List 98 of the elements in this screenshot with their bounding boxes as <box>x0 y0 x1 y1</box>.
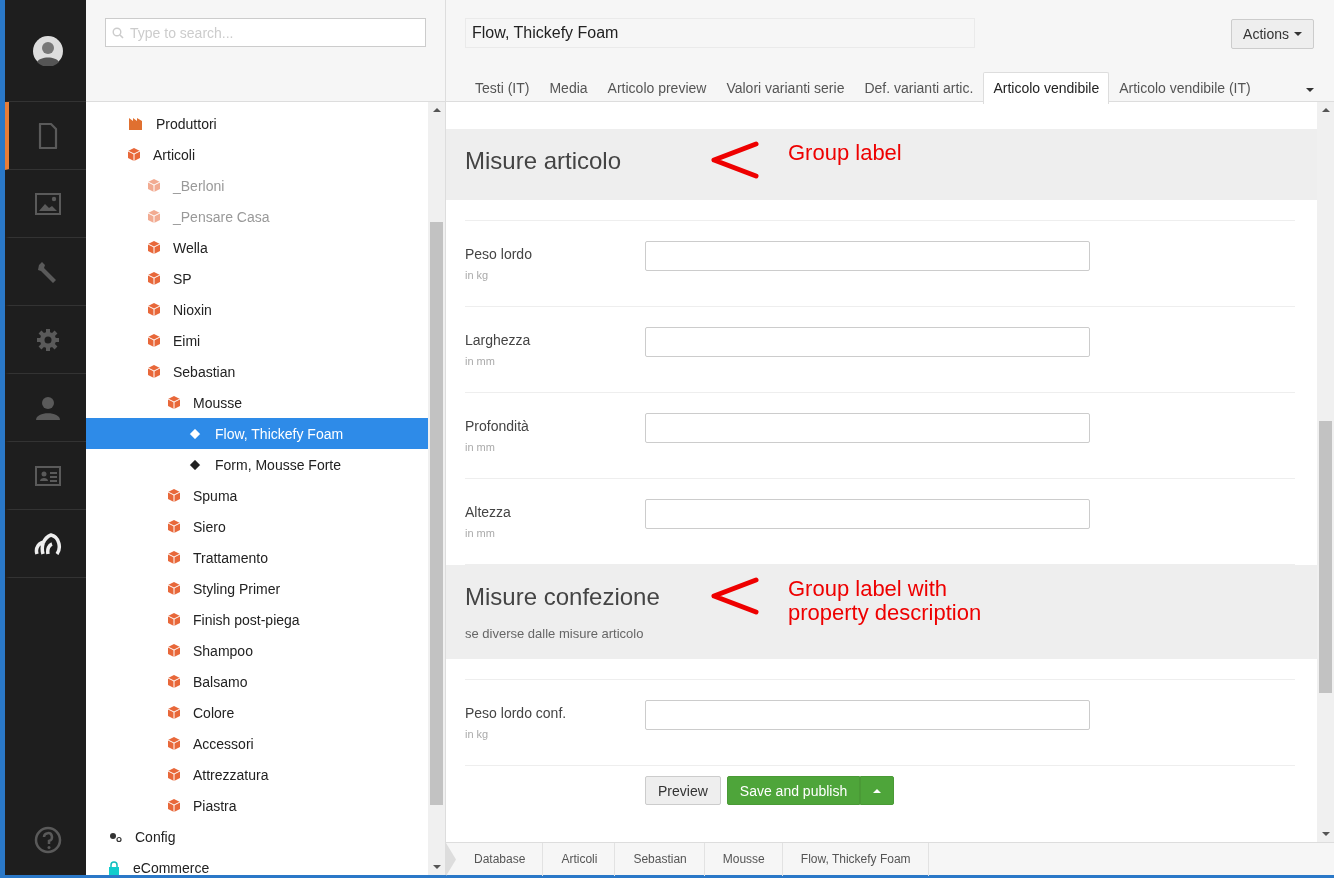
tree-item[interactable]: SP <box>86 263 428 294</box>
scrollbar[interactable] <box>1317 102 1334 842</box>
field-hint: in mm <box>465 355 496 367</box>
preview-button[interactable]: Preview <box>645 776 721 805</box>
box-icon <box>168 520 180 533</box>
box-icon <box>168 551 180 564</box>
tree-item[interactable]: Eimi <box>86 325 428 356</box>
box-icon <box>148 365 160 378</box>
box-icon <box>148 272 160 285</box>
field-label: Peso lordo conf. <box>465 705 568 721</box>
tree-item[interactable]: Mousse <box>86 387 428 418</box>
field-hint: in mm <box>465 441 496 453</box>
breadcrumb-item[interactable]: Articoli <box>543 842 616 876</box>
box-icon <box>168 768 180 781</box>
gears-icon <box>108 830 122 843</box>
tab[interactable]: Testi (IT) <box>465 72 540 104</box>
box-icon <box>168 737 180 750</box>
field-hint: in kg <box>465 728 490 740</box>
box-icon <box>148 241 160 254</box>
group-title: Misure confezione <box>465 583 661 611</box>
tree-item[interactable]: Sebastian <box>86 356 428 387</box>
annotation-text: Group label with property description <box>788 577 983 626</box>
group-title: Misure articolo <box>465 147 623 175</box>
id-card-icon <box>34 465 61 486</box>
input-field[interactable] <box>645 499 1090 529</box>
caret-icon[interactable] <box>1306 88 1314 92</box>
tree-item[interactable]: Form, Mousse Forte <box>86 449 428 480</box>
tab[interactable]: Media <box>539 72 598 104</box>
tree-item[interactable]: Styling Primer <box>86 573 428 604</box>
tree-item[interactable]: Produttori <box>86 108 428 139</box>
tree-item[interactable]: Accessori <box>86 728 428 759</box>
breadcrumb-item[interactable]: Database <box>456 842 544 876</box>
group-description: se diverse dalle misure articolo <box>465 626 645 641</box>
box-icon <box>168 675 180 688</box>
image-icon <box>34 192 61 215</box>
tree-item[interactable]: Trattamento <box>86 542 428 573</box>
factory-icon <box>128 116 143 131</box>
tree-item[interactable]: Finish post-piega <box>86 604 428 635</box>
tree-item[interactable]: Config <box>86 821 428 852</box>
help-icon <box>33 826 62 854</box>
input-field[interactable] <box>645 327 1090 357</box>
tab[interactable]: Articolo vendibile <box>983 72 1110 104</box>
tree-item[interactable]: Articoli <box>86 139 428 170</box>
box-icon <box>168 706 180 719</box>
document-icon <box>37 122 58 149</box>
input-field[interactable] <box>645 700 1090 730</box>
diamond-icon <box>188 426 202 441</box>
field-label: Profondità <box>465 418 530 434</box>
tab[interactable]: Valori varianti serie <box>716 72 855 104</box>
dropdown-button[interactable] <box>860 776 895 805</box>
breadcrumb-item[interactable]: Mousse <box>704 842 783 876</box>
input-field[interactable] <box>645 413 1090 443</box>
tree-item[interactable]: Wella <box>86 232 428 263</box>
lock-icon <box>108 860 120 875</box>
box-icon <box>128 148 140 161</box>
box-icon <box>148 210 160 223</box>
annotation-text: Group label <box>788 141 903 166</box>
tab[interactable]: Articolo preview <box>597 72 717 104</box>
caret-icon <box>873 788 882 793</box>
box-icon <box>168 799 180 812</box>
title-field[interactable]: Flow, Thickefy Foam <box>465 18 975 48</box>
box-icon <box>168 644 180 657</box>
box-icon <box>168 582 180 595</box>
input-field[interactable] <box>645 241 1090 271</box>
avatar-icon <box>32 35 63 66</box>
tree-item[interactable]: Flow, Thickefy Foam <box>86 418 428 449</box>
tree-item[interactable]: Spuma <box>86 480 428 511</box>
document-nav-item[interactable] <box>5 102 86 170</box>
field-label: Altezza <box>465 504 512 520</box>
tree-item[interactable]: Siero <box>86 511 428 542</box>
tree-item[interactable]: Attrezzatura <box>86 759 428 790</box>
tree-item[interactable]: Piastra <box>86 790 428 821</box>
caret-icon <box>1294 32 1302 36</box>
breadcrumb-item[interactable]: Flow, Thickefy Foam <box>782 842 929 876</box>
box-icon <box>148 179 160 192</box>
tree-item[interactable]: Shampoo <box>86 635 428 666</box>
diamond-icon <box>188 457 202 472</box>
user-icon <box>35 395 60 420</box>
field-label: Peso lordo <box>465 246 533 262</box>
box-icon <box>148 303 160 316</box>
field-label: Larghezza <box>465 332 532 348</box>
breadcrumb-item[interactable]: Sebastian <box>615 842 705 876</box>
settings-icon <box>35 327 60 352</box>
tab[interactable]: Def. varianti artic. <box>854 72 984 104</box>
logo-icon <box>33 532 62 555</box>
box-icon <box>168 396 180 409</box>
box-icon <box>168 613 180 626</box>
box-icon <box>168 489 180 502</box>
tab[interactable]: Articolo vendibile (IT) <box>1109 72 1261 104</box>
tree-item[interactable]: Nioxin <box>86 294 428 325</box>
box-icon <box>148 334 160 347</box>
scrollbar[interactable] <box>428 102 445 875</box>
tree-item[interactable]: eCommerce <box>86 852 428 875</box>
field-hint: in kg <box>465 269 490 281</box>
actions-button[interactable]: Actions <box>1231 19 1314 49</box>
tree-item[interactable]: Colore <box>86 697 428 728</box>
tree-item[interactable]: Balsamo <box>86 666 428 697</box>
field-hint: in mm <box>465 527 496 539</box>
